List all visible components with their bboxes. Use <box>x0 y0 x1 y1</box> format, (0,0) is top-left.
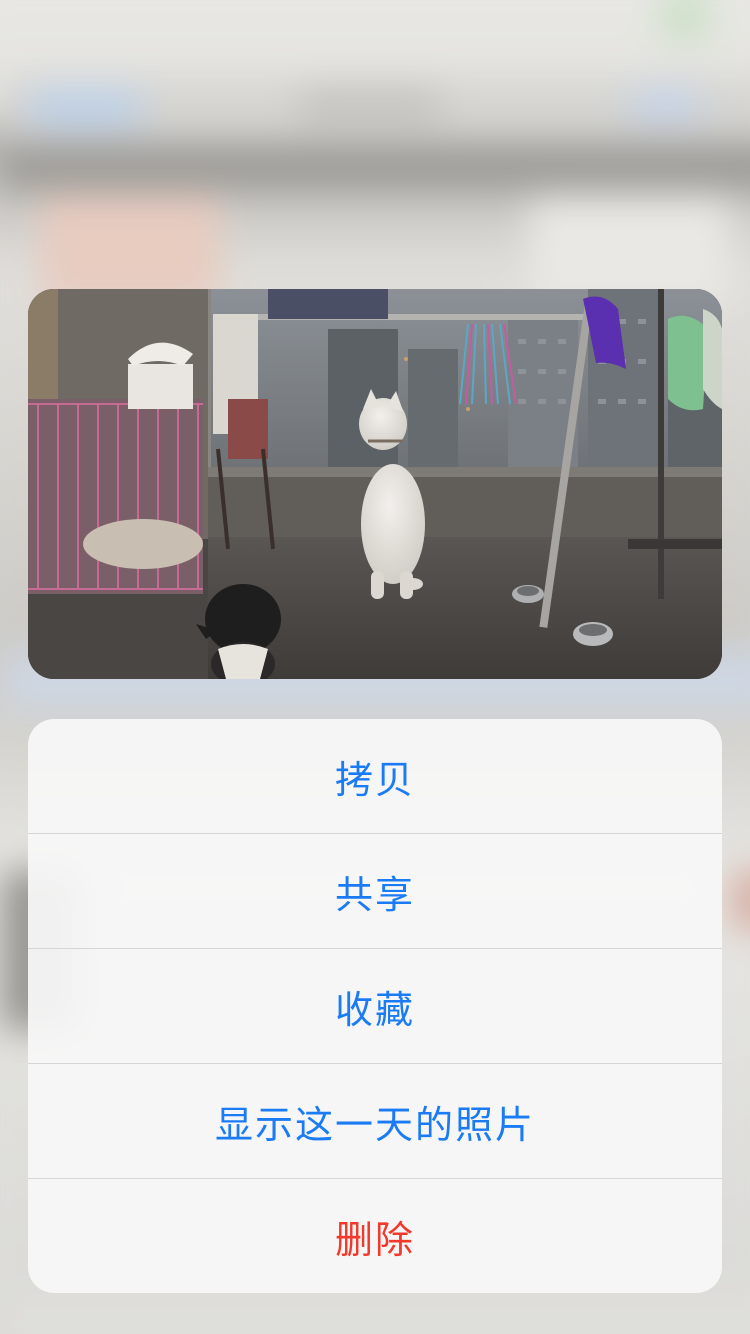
share-button[interactable]: 共享 <box>28 833 722 948</box>
favorite-button[interactable]: 收藏 <box>28 948 722 1063</box>
screen: 拷贝 共享 收藏 显示这一天的照片 删除 <box>0 0 750 1334</box>
photo-image <box>28 289 722 679</box>
delete-button[interactable]: 删除 <box>28 1178 722 1293</box>
action-sheet: 拷贝 共享 收藏 显示这一天的照片 删除 <box>28 719 722 1293</box>
show-photos-from-this-day-button[interactable]: 显示这一天的照片 <box>28 1063 722 1178</box>
photo-preview[interactable] <box>28 289 722 679</box>
copy-button[interactable]: 拷贝 <box>28 719 722 833</box>
